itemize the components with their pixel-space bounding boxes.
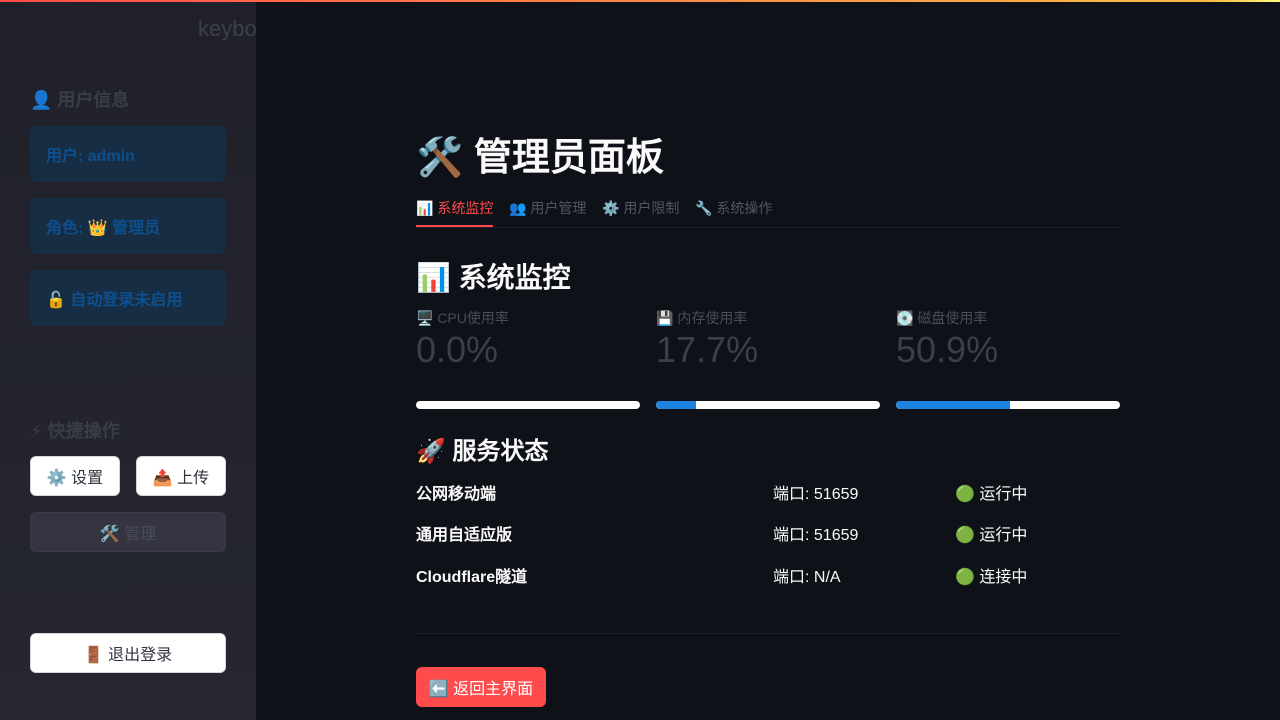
disk-metric-value: 50.9% xyxy=(896,329,999,370)
cpu-metric: 🖥️ CPU使用率 0.0% xyxy=(416,308,640,372)
sidebar: keybo 👤 用户信息 用户: admin 角色: 👑 管理员 🔓 自动登录未… xyxy=(0,0,257,720)
user-info-heading: 👤 用户信息 xyxy=(30,90,130,110)
service-name: Cloudflare隧道 xyxy=(416,569,528,586)
cpu-metric-label: 🖥️ CPU使用率 xyxy=(416,310,509,326)
cpu-progress-bar xyxy=(416,401,640,409)
disk-progress-bar xyxy=(896,401,1120,409)
tab-system-monitor[interactable]: 📊 系统监控 xyxy=(416,198,493,218)
section-divider xyxy=(416,633,1120,634)
service-status: 🟢 运行中 xyxy=(955,486,1028,503)
tab-system-operations[interactable]: 🔧 系统操作 xyxy=(695,198,772,218)
disk-progress-fill xyxy=(896,401,1011,409)
admin-button[interactable]: 🛠️ 管理 xyxy=(30,512,226,552)
memory-progress-fill xyxy=(656,401,696,409)
memory-progress-bar xyxy=(656,401,880,409)
service-port: 端口: 51659 xyxy=(773,527,859,544)
tab-bar: 📊 系统监控 👥 用户管理 ⚙️ 用户限制 🔧 系统操作 xyxy=(416,190,1120,228)
disk-metric-label: 💽 磁盘使用率 xyxy=(896,310,988,326)
service-status: 🟢 连接中 xyxy=(955,569,1028,586)
service-port: 端口: 51659 xyxy=(773,486,859,503)
top-decoration-bar xyxy=(0,0,1280,2)
services-section-title: 🚀 服务状态 xyxy=(416,438,549,465)
settings-button[interactable]: ⚙️ 设置 xyxy=(30,456,120,496)
service-status: 🟢 运行中 xyxy=(955,527,1028,544)
service-row: Cloudflare隧道 端口: N/A 🟢 连接中 xyxy=(416,563,1120,587)
monitor-section-title: 📊 系统监控 xyxy=(416,262,571,293)
service-name: 公网移动端 xyxy=(416,486,497,503)
disk-metric: 💽 磁盘使用率 50.9% xyxy=(896,308,1120,372)
service-port: 端口: N/A xyxy=(773,569,841,586)
service-row: 通用自适应版 端口: 51659 🟢 运行中 xyxy=(416,521,1120,545)
quick-actions-heading: ⚡ 快捷操作 xyxy=(30,421,120,441)
memory-metric-label: 💾 内存使用率 xyxy=(656,310,748,326)
cpu-metric-value: 0.0% xyxy=(416,329,499,370)
back-to-main-button[interactable]: ⬅️ 返回主界面 xyxy=(416,667,546,707)
memory-metric-value: 17.7% xyxy=(656,329,759,370)
tab-user-management[interactable]: 👥 用户管理 xyxy=(509,198,586,218)
service-row: 公网移动端 端口: 51659 🟢 运行中 xyxy=(416,480,1120,504)
memory-metric: 💾 内存使用率 17.7% xyxy=(656,308,880,372)
role-card: 角色: 👑 管理员 xyxy=(30,198,226,254)
logout-button[interactable]: 🚪 退出登录 xyxy=(30,633,226,673)
tab-user-limits[interactable]: ⚙️ 用户限制 xyxy=(602,198,679,218)
user-card: 用户: admin xyxy=(30,126,226,182)
upload-button[interactable]: 📤 上传 xyxy=(136,456,226,496)
main-content: 🛠️ 管理员面板 📊 系统监控 👥 用户管理 ⚙️ 用户限制 🔧 系统操作 📊 … xyxy=(416,0,1120,720)
auto-login-card: 🔓 自动登录未启用 xyxy=(30,270,226,326)
service-name: 通用自适应版 xyxy=(416,527,513,544)
page-title: 🛠️ 管理员面板 xyxy=(416,137,664,179)
keyboard-ghost-text: keybo xyxy=(198,16,257,41)
active-tab-indicator xyxy=(416,225,493,227)
